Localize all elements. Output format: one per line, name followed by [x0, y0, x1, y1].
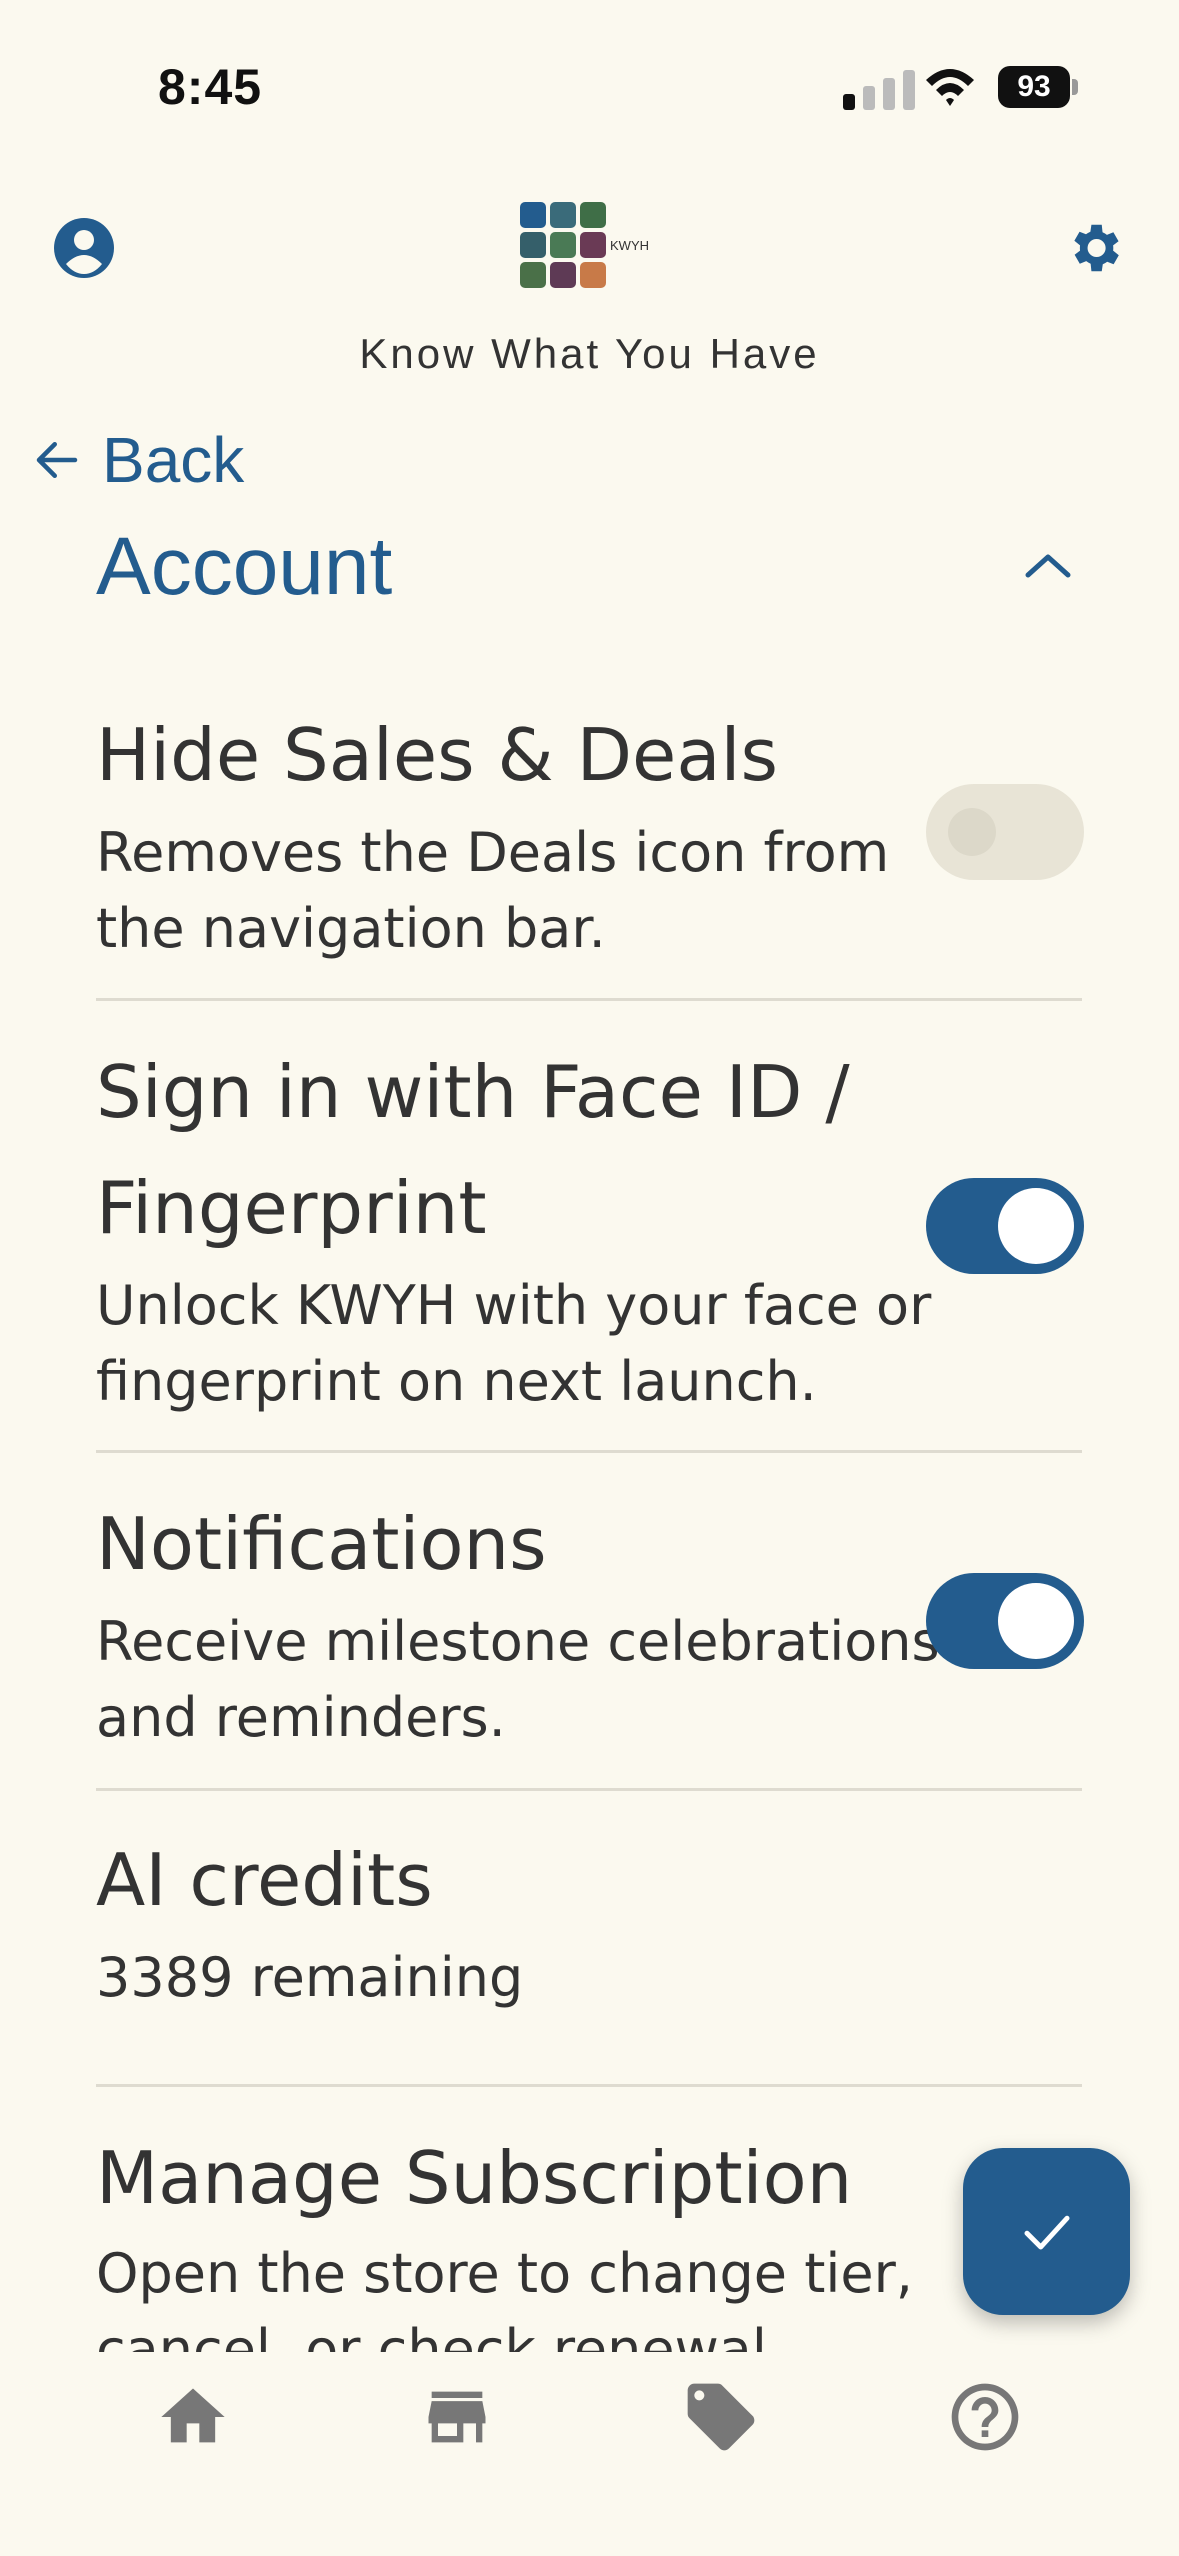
status-time: 8:45 — [158, 59, 263, 115]
tag-icon[interactable] — [676, 2372, 766, 2462]
confirm-fab-button[interactable] — [963, 2148, 1130, 2315]
battery-level: 93 — [998, 66, 1070, 108]
setting-title-hide-sales: Hide Sales & Deals — [96, 713, 778, 797]
hide-sales-toggle[interactable] — [926, 784, 1084, 880]
wifi-icon — [926, 69, 974, 106]
divider — [96, 998, 1082, 1001]
setting-title-manage-subscription[interactable]: Manage Subscription — [96, 2118, 852, 2238]
divider — [96, 1450, 1082, 1453]
face-id-toggle[interactable] — [926, 1178, 1084, 1274]
setting-desc-manage-subscription: Open the store to change tier, — [96, 2242, 913, 2305]
setting-title-face-id-2: Fingerprint — [96, 1166, 487, 1250]
chevron-up-icon[interactable] — [1020, 545, 1076, 585]
setting-title-face-id: Sign in with Face ID / — [96, 1050, 850, 1134]
setting-desc-hide-sales-2: the navigation bar. — [96, 897, 606, 960]
setting-desc-notifications: Receive milestone celebrations — [96, 1610, 940, 1673]
setting-desc-face-id: Unlock KWYH with your face or — [96, 1274, 932, 1337]
setting-desc-face-id-2: fingerprint on next launch. — [96, 1350, 817, 1413]
battery-indicator: 93 — [998, 66, 1080, 108]
kwyh-logo: KWYH — [520, 202, 649, 288]
brand-tagline: Know What You Have — [359, 330, 820, 377]
ai-credits-remaining: 3389 remaining — [96, 1946, 524, 2009]
svg-text:KWYH: KWYH — [610, 238, 649, 253]
check-icon — [1024, 2215, 1069, 2249]
account-icon[interactable] — [48, 212, 120, 284]
store-icon[interactable] — [412, 2372, 502, 2462]
help-icon[interactable] — [940, 2372, 1030, 2462]
notifications-toggle[interactable] — [926, 1573, 1084, 1669]
bottom-navigation — [0, 2352, 1179, 2556]
divider — [96, 2084, 1082, 2087]
setting-title-notifications: Notifications — [96, 1502, 547, 1586]
arrow-left-icon — [36, 442, 78, 478]
section-title-account[interactable]: Account — [96, 520, 392, 614]
home-icon[interactable] — [148, 2372, 238, 2462]
setting-desc-hide-sales: Removes the Deals icon from — [96, 821, 890, 884]
setting-title-ai-credits: AI credits — [96, 1838, 433, 1922]
settings-gear-icon[interactable] — [1058, 212, 1130, 284]
divider — [96, 1788, 1082, 1791]
back-label: Back — [102, 424, 245, 496]
back-button[interactable]: Back — [30, 424, 245, 496]
setting-desc-notifications-2: and reminders. — [96, 1686, 506, 1749]
